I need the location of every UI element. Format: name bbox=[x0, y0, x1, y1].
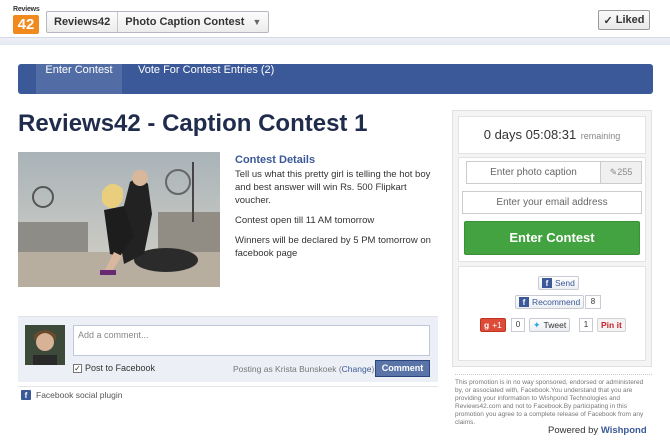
countdown-timer: 0 days 05:08:31 remaining bbox=[458, 116, 646, 154]
caption-input[interactable]: Enter photo caption bbox=[466, 161, 600, 184]
email-field[interactable]: Enter your email address bbox=[462, 191, 642, 214]
enter-contest-button[interactable]: Enter Contest bbox=[464, 221, 640, 255]
tweet-label: Tweet bbox=[543, 320, 567, 330]
page-title: Reviews42 - Caption Contest 1 bbox=[18, 110, 368, 137]
entry-form: Enter photo caption ✎255 Enter your emai… bbox=[458, 157, 646, 262]
facebook-icon: f bbox=[519, 297, 529, 307]
caption-count-value: 255 bbox=[617, 167, 633, 177]
tab-bar: Enter Contest Vote For Contest Entries (… bbox=[18, 64, 653, 94]
facebook-recommend-button[interactable]: f Recommend bbox=[515, 295, 585, 309]
change-user-link[interactable]: Change bbox=[342, 364, 372, 374]
entry-panel: 0 days 05:08:31 remaining Enter photo ca… bbox=[452, 110, 652, 367]
divider bbox=[18, 386, 438, 387]
plugin-label: Facebook social plugin bbox=[36, 390, 123, 400]
breadcrumb: Reviews42 Photo Caption Contest ▼ bbox=[46, 11, 270, 33]
facebook-icon: f bbox=[542, 278, 552, 288]
powered-by: Powered by Wishpond bbox=[548, 425, 647, 436]
logo-text: Reviews bbox=[13, 6, 40, 13]
gplus-label: +1 bbox=[492, 320, 502, 330]
facebook-send-button[interactable]: f Send bbox=[538, 276, 579, 290]
facebook-social-plugin[interactable]: f Facebook social plugin bbox=[21, 390, 122, 400]
contest-photo bbox=[18, 152, 220, 287]
breadcrumb-page[interactable]: Reviews42 bbox=[47, 12, 117, 32]
contest-description: Tell us what this pretty girl is telling… bbox=[235, 169, 431, 206]
contest-open-time: Contest open till 11 AM tomorrow bbox=[235, 215, 375, 226]
pinterest-button[interactable]: Pin it bbox=[597, 318, 626, 332]
tab-vote-entries[interactable]: Vote For Contest Entries (2) bbox=[138, 64, 274, 94]
twitter-icon: ✦ bbox=[533, 319, 541, 330]
avatar bbox=[25, 325, 65, 365]
winners-announcement: Winners will be declared by 5 PM tomorro… bbox=[235, 235, 431, 259]
post-to-facebook-toggle[interactable]: ✓ Post to Facebook bbox=[73, 363, 155, 373]
tab-enter-contest[interactable]: Enter Contest bbox=[36, 64, 122, 94]
gplus-count: 0 bbox=[511, 318, 525, 332]
share-buttons: f Send f Recommend 8 g +1 0 ✦ Tweet 1 Pi… bbox=[458, 266, 646, 361]
posting-as-text: Posting as Krista Bunskoek (Change) bbox=[233, 364, 374, 374]
contest-details: Contest Details Tell us what this pretty… bbox=[235, 154, 440, 267]
powered-by-label: Powered by bbox=[548, 425, 599, 436]
google-plus-icon: g bbox=[484, 320, 490, 330]
posting-as-suffix: ) bbox=[371, 364, 375, 374]
caption-field-group: Enter photo caption ✎255 bbox=[466, 161, 642, 184]
liked-button[interactable]: ✓ Liked bbox=[598, 10, 650, 30]
chevron-down-icon[interactable]: ▼ bbox=[252, 17, 261, 27]
tweet-button[interactable]: ✦ Tweet bbox=[529, 318, 571, 332]
contest-details-heading: Contest Details bbox=[235, 154, 316, 166]
posting-as-prefix: Posting as Krista Bunskoek ( bbox=[233, 364, 342, 374]
google-plus-button[interactable]: g +1 bbox=[480, 318, 506, 332]
checkbox-checked-icon[interactable]: ✓ bbox=[73, 363, 82, 373]
caption-char-counter: ✎255 bbox=[600, 161, 642, 184]
send-label: Send bbox=[555, 278, 575, 288]
logo-number: 42 bbox=[13, 15, 39, 34]
facebook-icon: f bbox=[21, 390, 31, 400]
tweet-count: 1 bbox=[579, 318, 593, 332]
wishpond-link[interactable]: Wishpond bbox=[601, 425, 647, 436]
checkmark-icon: ✓ bbox=[603, 14, 613, 27]
header-shade bbox=[0, 37, 670, 45]
comments-box: Add a comment... ✓ Post to Facebook Post… bbox=[18, 316, 438, 382]
recommend-label: Recommend bbox=[532, 297, 581, 307]
breadcrumb-app-label: Photo Caption Contest bbox=[125, 16, 245, 28]
countdown-value: 0 days 05:08:31 bbox=[483, 127, 577, 142]
breadcrumb-app[interactable]: Photo Caption Contest ▼ bbox=[118, 12, 268, 32]
legal-disclaimer: This promotion is in no way sponsored, e… bbox=[455, 374, 652, 427]
post-to-facebook-label: Post to Facebook bbox=[85, 363, 156, 373]
reviews42-logo[interactable]: Reviews 42 bbox=[13, 6, 40, 34]
countdown-remaining-label: remaining bbox=[580, 131, 621, 141]
liked-label: Liked bbox=[615, 14, 645, 26]
comment-input[interactable]: Add a comment... bbox=[73, 325, 430, 356]
comment-button[interactable]: Comment bbox=[375, 360, 430, 377]
recommend-count: 8 bbox=[585, 295, 601, 309]
